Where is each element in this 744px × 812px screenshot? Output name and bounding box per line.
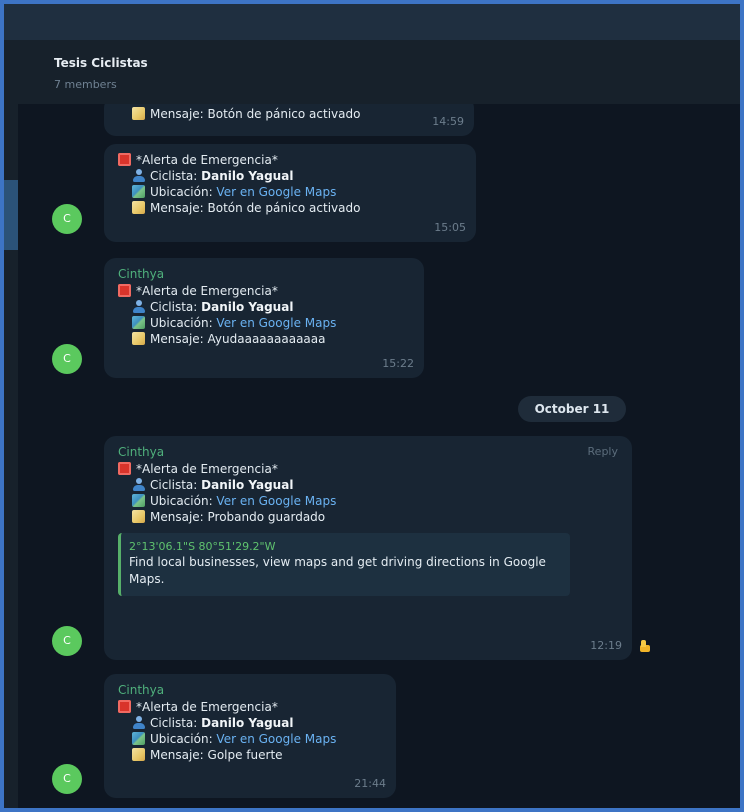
preview-title[interactable]: 2°13'06.1"S 80°51'29.2"W xyxy=(129,539,560,554)
memo-icon xyxy=(132,332,145,345)
message-bubble[interactable]: Reply Cinthya *Alerta de Emergencia* Cic… xyxy=(104,436,632,660)
google-maps-link[interactable]: Ver en Google Maps xyxy=(216,316,336,330)
message-line: *Alerta de Emergencia* xyxy=(118,283,412,299)
message-line: Ubicación: Ver en Google Maps xyxy=(118,493,620,509)
sender-name[interactable]: Cinthya xyxy=(118,266,412,282)
memo-icon xyxy=(132,201,145,214)
red-siren-icon xyxy=(118,462,131,475)
user-icon xyxy=(132,716,145,729)
message-bubble[interactable]: Cinthya *Alerta de Emergencia* Ciclista:… xyxy=(104,674,396,798)
member-count[interactable]: 7 members xyxy=(54,78,117,91)
message-line: Ubicación: Ver en Google Maps xyxy=(118,184,464,200)
message-time: 21:44 xyxy=(354,777,386,790)
user-icon xyxy=(132,169,145,182)
sender-name[interactable]: Cinthya xyxy=(118,682,384,698)
chat-title[interactable]: Tesis Ciclistas xyxy=(54,56,148,70)
message-line: Ubicación: Ver en Google Maps xyxy=(118,731,384,747)
message-line: Ciclista: Danilo Yagual xyxy=(118,299,412,315)
red-siren-icon xyxy=(118,700,131,713)
message-bubble[interactable]: *Alerta de Emergencia* Ciclista: Danilo … xyxy=(104,144,476,242)
message-line: Mensaje: Botón de pánico activado xyxy=(118,106,462,122)
message-line: Ubicación: Ver en Google Maps xyxy=(118,315,412,331)
google-maps-link[interactable]: Ver en Google Maps xyxy=(216,732,336,746)
avatar[interactable]: C xyxy=(52,764,82,794)
memo-icon xyxy=(132,748,145,761)
memo-icon xyxy=(132,107,145,120)
message-time: 14:59 xyxy=(432,115,464,128)
message-line: Mensaje: Botón de pánico activado xyxy=(118,200,464,216)
chat-header[interactable]: Tesis Ciclistas 7 members xyxy=(18,40,740,104)
google-maps-link[interactable]: Ver en Google Maps xyxy=(216,185,336,199)
map-icon xyxy=(132,185,145,198)
message-time: 15:22 xyxy=(382,357,414,370)
reply-button[interactable]: Reply xyxy=(588,444,618,460)
message-bubble[interactable]: Mensaje: Botón de pánico activado 14:59 xyxy=(104,104,474,136)
message-time: 12:19 xyxy=(590,639,622,652)
message-time: 15:05 xyxy=(434,221,466,234)
message-area[interactable]: Mensaje: Botón de pánico activado 14:59 … xyxy=(18,104,740,808)
user-icon xyxy=(132,478,145,491)
preview-description: Find local businesses, view maps and get… xyxy=(129,555,546,586)
map-icon xyxy=(132,316,145,329)
window-titlebar xyxy=(4,4,740,40)
red-siren-icon xyxy=(118,284,131,297)
memo-icon xyxy=(132,510,145,523)
message-line: *Alerta de Emergencia* xyxy=(118,699,384,715)
message-line: *Alerta de Emergencia* xyxy=(118,152,464,168)
message-line: Ciclista: Danilo Yagual xyxy=(118,477,620,493)
telegram-window: Tesis Ciclistas 7 members Mensaje: Botón… xyxy=(0,0,744,812)
sender-name[interactable]: Cinthya xyxy=(118,444,620,460)
red-siren-icon xyxy=(118,153,131,166)
date-divider: October 11 xyxy=(518,396,626,422)
message-line: Ciclista: Danilo Yagual xyxy=(118,715,384,731)
google-maps-link[interactable]: Ver en Google Maps xyxy=(216,494,336,508)
map-icon xyxy=(132,732,145,745)
link-preview[interactable]: 2°13'06.1"S 80°51'29.2"W Find local busi… xyxy=(118,533,570,596)
thumbs-up-icon[interactable] xyxy=(638,640,650,652)
message-line: Mensaje: Probando guardado xyxy=(118,509,620,525)
avatar[interactable]: C xyxy=(52,344,82,374)
avatar[interactable]: C xyxy=(52,626,82,656)
message-line: Ciclista: Danilo Yagual xyxy=(118,168,464,184)
message-line: *Alerta de Emergencia* xyxy=(118,461,620,477)
message-line: Mensaje: Ayudaaaaaaaaaaaa xyxy=(118,331,412,347)
message-bubble[interactable]: Cinthya *Alerta de Emergencia* Ciclista:… xyxy=(104,258,424,378)
user-icon xyxy=(132,300,145,313)
selected-chat-indicator[interactable] xyxy=(4,180,18,250)
message-line: Mensaje: Golpe fuerte xyxy=(118,747,384,763)
map-icon xyxy=(132,494,145,507)
avatar[interactable]: C xyxy=(52,204,82,234)
chat-list-edge xyxy=(4,40,18,808)
